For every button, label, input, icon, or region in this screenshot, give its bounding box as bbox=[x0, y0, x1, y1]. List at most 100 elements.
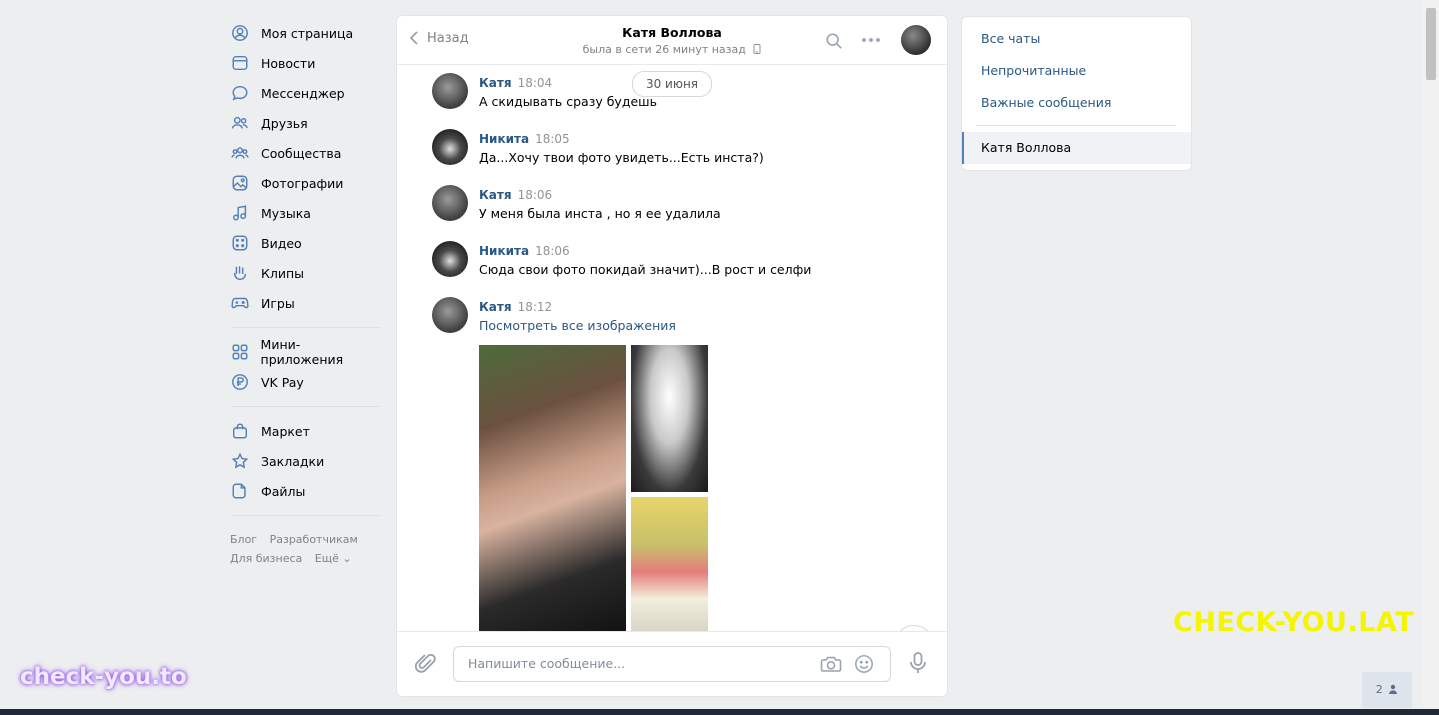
message-time: 18:04 bbox=[517, 76, 553, 90]
message-author[interactable]: Никита bbox=[479, 244, 529, 258]
photo-attachment[interactable] bbox=[631, 497, 708, 632]
message-time: 18:05 bbox=[535, 132, 570, 146]
sidebar-item-label: Закладки bbox=[261, 453, 325, 469]
footer-link-developers[interactable]: Разработчикам bbox=[270, 533, 358, 546]
sidebar-item-vk-pay[interactable]: VK Pay bbox=[230, 367, 380, 397]
active-chat-item[interactable]: Катя Воллова bbox=[962, 132, 1191, 164]
photo-attachments bbox=[479, 345, 711, 632]
message-text: Да...Хочу твои фото увидеть...Есть инста… bbox=[479, 150, 764, 165]
bag-icon bbox=[230, 421, 250, 441]
message-input[interactable] bbox=[466, 655, 810, 672]
sidebar-item-market[interactable]: Маркет bbox=[230, 416, 380, 446]
sidebar-item-my-page[interactable]: Моя страница bbox=[230, 18, 380, 48]
sidebar-item-clips[interactable]: Клипы bbox=[230, 258, 380, 288]
photo-icon bbox=[230, 173, 250, 193]
left-sidebar: Моя страница Новости Мессенджер Друзья С… bbox=[230, 18, 380, 568]
avatar[interactable] bbox=[432, 185, 468, 221]
file-icon bbox=[230, 481, 250, 501]
message-header: Катя 18:12 bbox=[479, 300, 552, 314]
mobile-phone-icon bbox=[753, 44, 761, 54]
paperclip-icon[interactable] bbox=[414, 652, 437, 678]
message-author[interactable]: Катя bbox=[479, 300, 512, 314]
sidebar-item-messenger[interactable]: Мессенджер bbox=[230, 78, 380, 108]
sidebar-item-label: Файлы bbox=[261, 483, 306, 499]
message-header: Никита 18:05 bbox=[479, 132, 570, 146]
sidebar-item-news[interactable]: Новости bbox=[230, 48, 380, 78]
avatar[interactable] bbox=[432, 73, 468, 109]
sidebar-item-files[interactable]: Файлы bbox=[230, 476, 380, 506]
avatar[interactable] bbox=[432, 129, 468, 165]
star-icon bbox=[230, 451, 250, 471]
friends-icon bbox=[230, 113, 250, 133]
peer-avatar[interactable] bbox=[901, 25, 931, 55]
sidebar-divider bbox=[232, 515, 380, 516]
ruble-icon bbox=[230, 372, 250, 392]
footer-link-more[interactable]: Ещё ⌄ bbox=[315, 552, 352, 565]
sidebar-item-label: Новости bbox=[261, 55, 316, 71]
communities-icon bbox=[230, 143, 250, 163]
chat-filter-panel: Все чаты Непрочитанные Важные сообщения … bbox=[961, 16, 1192, 171]
message-author[interactable]: Никита bbox=[479, 132, 529, 146]
camera-icon[interactable] bbox=[820, 654, 842, 678]
avatar[interactable] bbox=[432, 241, 468, 277]
sidebar-item-label: Мини-приложения bbox=[260, 337, 344, 367]
more-dots-icon[interactable] bbox=[861, 31, 881, 53]
music-note-icon bbox=[230, 203, 250, 223]
sidebar-divider bbox=[232, 327, 380, 328]
sidebar-item-label: Фотографии bbox=[261, 175, 344, 191]
chat-panel: Назад Катя Воллова была в сети 26 минут … bbox=[396, 15, 948, 697]
photo-attachment[interactable] bbox=[631, 345, 708, 492]
message-text: Сюда свои фото покидай значит)...В рост … bbox=[479, 262, 812, 277]
message-header: Катя 18:04 bbox=[479, 76, 552, 90]
sidebar-item-communities[interactable]: Сообщества bbox=[230, 138, 380, 168]
message-time: 18:12 bbox=[517, 300, 553, 314]
photo-attachment[interactable] bbox=[479, 345, 626, 632]
page-scrollbar[interactable] bbox=[1423, 0, 1439, 715]
user-circle-icon bbox=[230, 23, 250, 43]
sidebar-item-music[interactable]: Музыка bbox=[230, 198, 380, 228]
os-taskbar bbox=[0, 709, 1439, 715]
sidebar-item-photos[interactable]: Фотографии bbox=[230, 168, 380, 198]
online-count: 2 bbox=[1375, 683, 1383, 696]
filter-important[interactable]: Важные сообщения bbox=[981, 95, 1111, 110]
sidebar-item-video[interactable]: Видео bbox=[230, 228, 380, 258]
message-text: А скидывать сразу будешь bbox=[479, 94, 657, 109]
online-friends-button[interactable]: 2 bbox=[1362, 672, 1412, 708]
chat-header: Назад Катя Воллова была в сети 26 минут … bbox=[397, 16, 947, 65]
grid-icon bbox=[230, 342, 250, 362]
person-icon bbox=[1389, 684, 1398, 694]
chat-bubble-icon bbox=[230, 83, 250, 103]
filter-all-chats[interactable]: Все чаты bbox=[981, 31, 1040, 46]
message-text: У меня была инста , но я ее удалила bbox=[479, 206, 721, 221]
message-header: Катя 18:06 bbox=[479, 188, 552, 202]
search-icon[interactable] bbox=[825, 32, 843, 54]
sidebar-item-label: Клипы bbox=[261, 265, 305, 281]
scrollbar-thumb[interactable] bbox=[1426, 8, 1436, 80]
sidebar-item-friends[interactable]: Друзья bbox=[230, 108, 380, 138]
filter-unread[interactable]: Непрочитанные bbox=[981, 63, 1086, 78]
sidebar-item-bookmarks[interactable]: Закладки bbox=[230, 446, 380, 476]
video-icon bbox=[230, 233, 250, 253]
sidebar-item-mini-apps[interactable]: Мини-приложения bbox=[230, 337, 380, 367]
message-history[interactable]: Катя 18:04 А скидывать сразу будешь 30 ию… bbox=[397, 65, 947, 632]
message-composer bbox=[397, 631, 947, 696]
avatar[interactable] bbox=[432, 297, 468, 333]
message-time: 18:06 bbox=[535, 244, 570, 258]
message-input-box bbox=[453, 646, 891, 682]
sidebar-item-label: Друзья bbox=[261, 115, 308, 131]
view-all-images-link[interactable]: Посмотреть все изображения bbox=[479, 318, 676, 333]
sidebar-item-label: Видео bbox=[261, 235, 302, 251]
message-author[interactable]: Катя bbox=[479, 188, 512, 202]
footer-link-business[interactable]: Для бизнеса bbox=[230, 552, 302, 565]
footer-link-blog[interactable]: Блог bbox=[230, 533, 257, 546]
watermark-purple: check-you.to bbox=[20, 664, 187, 690]
sidebar-item-games[interactable]: Игры bbox=[230, 288, 380, 318]
sidebar-item-label: Моя страница bbox=[261, 25, 354, 41]
message-header: Никита 18:06 bbox=[479, 244, 570, 258]
microphone-icon[interactable] bbox=[908, 651, 928, 679]
news-icon bbox=[230, 53, 250, 73]
message-author[interactable]: Катя bbox=[479, 76, 512, 90]
panel-divider bbox=[976, 125, 1176, 126]
emoji-icon[interactable] bbox=[853, 654, 875, 678]
sidebar-item-label: Сообщества bbox=[261, 145, 342, 161]
